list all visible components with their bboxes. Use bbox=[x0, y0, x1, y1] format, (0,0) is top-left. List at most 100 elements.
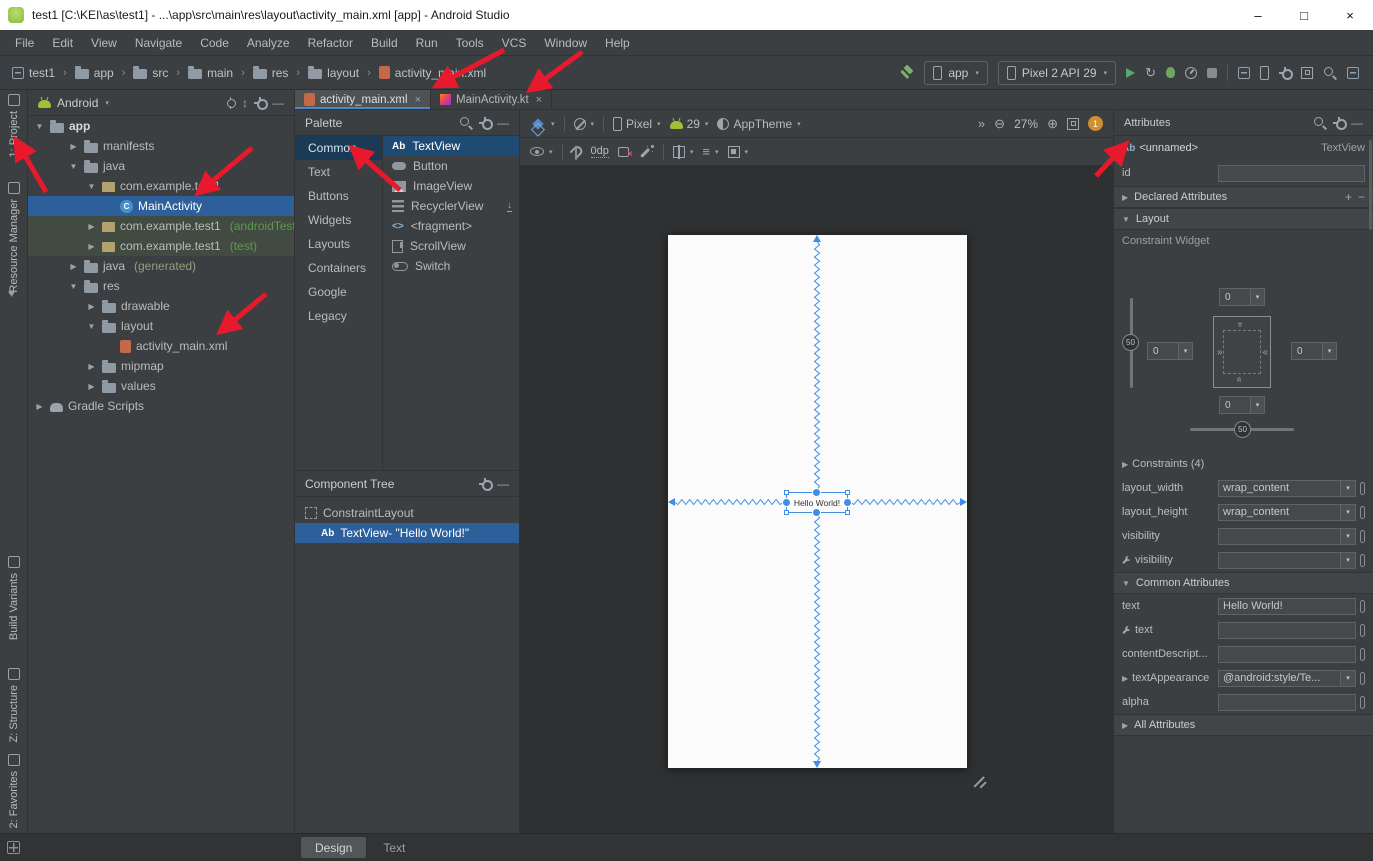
issues-badge[interactable]: 1 bbox=[1088, 116, 1103, 131]
zoom-to-fit-icon[interactable] bbox=[1067, 118, 1079, 130]
palette-item-recyclerview[interactable]: RecyclerView↓ bbox=[383, 196, 519, 216]
default-margin-select[interactable]: 0dp bbox=[591, 145, 609, 158]
palette-category-buttons[interactable]: Buttons bbox=[295, 184, 382, 208]
breadcrumb-src[interactable]: src bbox=[131, 66, 170, 80]
stop-button[interactable] bbox=[1207, 68, 1217, 78]
palette-category-google[interactable]: Google bbox=[295, 280, 382, 304]
orientation-select[interactable]: ▾ bbox=[574, 118, 595, 130]
common-attributes-section[interactable]: ▼ Common Attributes bbox=[1114, 572, 1373, 594]
run-configuration-select[interactable]: app ▾ bbox=[924, 61, 988, 85]
breadcrumb-activity-main-xml[interactable]: activity_main.xml bbox=[377, 66, 488, 80]
search-icon[interactable] bbox=[1313, 116, 1327, 130]
tree-item-values[interactable]: ▶values bbox=[28, 376, 294, 396]
pack-menu[interactable]: ▾ bbox=[728, 146, 749, 158]
palette-category-common[interactable]: Common bbox=[295, 136, 382, 160]
tree-item-gradle-scripts[interactable]: ▶Gradle Scripts bbox=[28, 396, 294, 416]
menu-build[interactable]: Build bbox=[362, 30, 407, 55]
breadcrumb-layout[interactable]: layout bbox=[306, 66, 361, 80]
hide-panel-icon[interactable]: — bbox=[497, 116, 509, 130]
toolwindow-build-variants-button[interactable]: Build Variants bbox=[0, 556, 28, 640]
close-window-button[interactable]: × bbox=[1327, 0, 1373, 30]
visibility-select[interactable]: ▾ bbox=[1218, 528, 1356, 545]
tree-item-app[interactable]: ▼app bbox=[28, 116, 294, 136]
palette-category-widgets[interactable]: Widgets bbox=[295, 208, 382, 232]
text-appearance-select[interactable]: @android:style/Te...▾ bbox=[1218, 670, 1356, 687]
component-tree-textview[interactable]: AbTextView- "Hello World!" bbox=[295, 523, 519, 543]
horizontal-bias-handle[interactable]: 50 bbox=[1234, 421, 1251, 438]
constraint-widget[interactable]: 0▾ 0▾ 0▾ 0▾ » » » « 50 50 bbox=[1114, 252, 1373, 452]
breadcrumb-main[interactable]: main bbox=[186, 66, 235, 80]
view-options-menu[interactable]: ▾ bbox=[530, 147, 553, 156]
design-surface-select[interactable]: ▾ bbox=[530, 120, 555, 128]
resize-handle-icon[interactable] bbox=[784, 510, 789, 515]
menu-view[interactable]: View bbox=[82, 30, 126, 55]
api-version-select[interactable]: 29▾ bbox=[670, 117, 709, 131]
menu-refactor[interactable]: Refactor bbox=[299, 30, 362, 55]
palette-category-text[interactable]: Text bbox=[295, 160, 382, 184]
alpha-input[interactable] bbox=[1218, 694, 1356, 711]
tree-item-layout[interactable]: ▼layout bbox=[28, 316, 294, 336]
tree-item-package-androidtest[interactable]: ▶com.example.test1(androidTest) bbox=[28, 216, 294, 236]
menu-navigate[interactable]: Navigate bbox=[126, 30, 191, 55]
tree-item-res[interactable]: ▼res bbox=[28, 276, 294, 296]
tree-item-mainactivity[interactable]: CMainActivity bbox=[28, 196, 294, 216]
attribute-flag-icon[interactable] bbox=[1360, 600, 1365, 613]
id-input[interactable] bbox=[1218, 165, 1365, 182]
theme-select[interactable]: AppTheme▾ bbox=[717, 117, 800, 131]
editor-tab-activity-main-xml[interactable]: activity_main.xml × bbox=[295, 90, 431, 109]
attribute-flag-icon[interactable] bbox=[1360, 530, 1365, 543]
hide-panel-icon[interactable]: — bbox=[272, 96, 284, 110]
layout-width-select[interactable]: wrap_content▾ bbox=[1218, 480, 1356, 497]
resize-handle-icon[interactable] bbox=[845, 490, 850, 495]
gear-icon[interactable] bbox=[479, 478, 491, 490]
attribute-flag-icon[interactable] bbox=[1360, 624, 1365, 637]
toolwindow-switcher-icon[interactable] bbox=[7, 841, 20, 854]
tree-item-package-test[interactable]: ▶com.example.test1(test) bbox=[28, 236, 294, 256]
zoom-out-icon[interactable]: ⊖ bbox=[994, 116, 1005, 132]
gear-icon[interactable] bbox=[254, 97, 266, 109]
project-view-select[interactable]: Android bbox=[57, 96, 98, 110]
tree-item-package[interactable]: ▼com.example.test1 bbox=[28, 176, 294, 196]
infer-constraints-icon[interactable] bbox=[641, 145, 654, 158]
menu-file[interactable]: File bbox=[6, 30, 43, 55]
tools-visibility-select[interactable]: ▾ bbox=[1218, 552, 1356, 569]
content-description-input[interactable] bbox=[1218, 646, 1356, 663]
canvas-resize-handle[interactable] bbox=[972, 772, 987, 787]
close-tab-icon[interactable]: × bbox=[536, 94, 542, 106]
text-mode-tab[interactable]: Text bbox=[369, 837, 419, 858]
design-mode-tab[interactable]: Design bbox=[301, 837, 366, 858]
menu-code[interactable]: Code bbox=[191, 30, 238, 55]
toolwindow-favorites-button[interactable]: 2: Favorites bbox=[0, 754, 28, 828]
design-canvas[interactable]: Hello World! bbox=[520, 166, 1113, 833]
locate-file-icon[interactable] bbox=[224, 97, 236, 109]
attribute-flag-icon[interactable] bbox=[1360, 554, 1365, 567]
margin-right-select[interactable]: 0▾ bbox=[1291, 342, 1337, 360]
attribute-flag-icon[interactable] bbox=[1360, 506, 1365, 519]
profile-button[interactable] bbox=[1185, 67, 1197, 79]
project-structure-icon[interactable] bbox=[1238, 67, 1250, 79]
constraint-anchor-bottom[interactable] bbox=[812, 508, 821, 517]
autoconnect-icon[interactable] bbox=[569, 144, 584, 159]
constraints-group[interactable]: ▶ Constraints (4) bbox=[1114, 452, 1373, 476]
tree-item-java-generated[interactable]: ▶java(generated) bbox=[28, 256, 294, 276]
breadcrumb-project[interactable]: test1 bbox=[10, 66, 57, 80]
constraint-anchor-right[interactable] bbox=[843, 498, 852, 507]
margin-bottom-select[interactable]: 0▾ bbox=[1219, 396, 1265, 414]
vertical-bias-handle[interactable]: 50 bbox=[1122, 334, 1139, 351]
device-artboard[interactable]: Hello World! bbox=[668, 235, 967, 768]
notifications-icon[interactable] bbox=[1347, 67, 1359, 79]
scrollbar[interactable] bbox=[1369, 140, 1372, 230]
download-icon[interactable]: ↓ bbox=[507, 201, 512, 212]
attribute-flag-icon[interactable] bbox=[1360, 648, 1365, 661]
run-button[interactable] bbox=[1126, 68, 1135, 78]
remove-attribute-icon[interactable]: − bbox=[1358, 190, 1365, 204]
palette-category-legacy[interactable]: Legacy bbox=[295, 304, 382, 328]
margin-left-select[interactable]: 0▾ bbox=[1147, 342, 1193, 360]
attribute-flag-icon[interactable] bbox=[1360, 696, 1365, 709]
menu-edit[interactable]: Edit bbox=[43, 30, 82, 55]
tools-text-input[interactable] bbox=[1218, 622, 1356, 639]
device-select-design[interactable]: Pixel▾ bbox=[613, 117, 661, 131]
menu-help[interactable]: Help bbox=[596, 30, 639, 55]
search-everywhere-icon[interactable] bbox=[1323, 66, 1337, 80]
constraint-box[interactable]: » » » « bbox=[1213, 316, 1271, 388]
